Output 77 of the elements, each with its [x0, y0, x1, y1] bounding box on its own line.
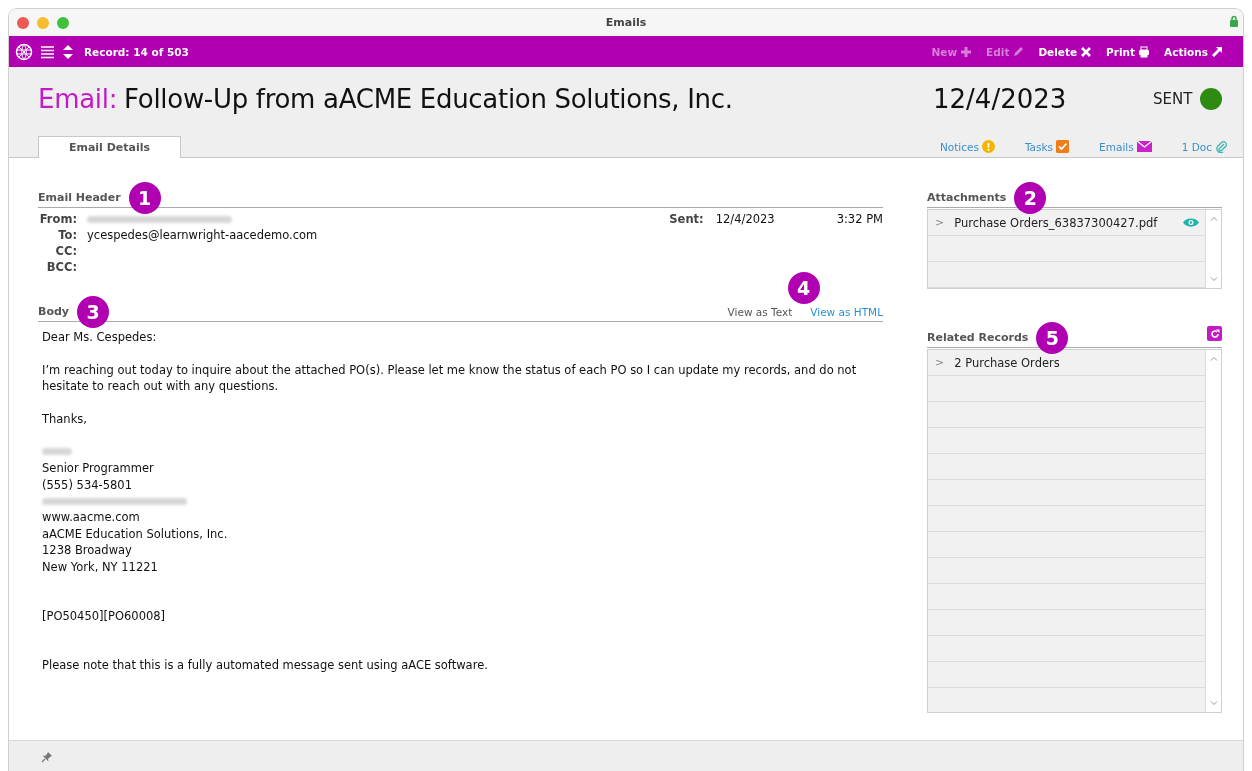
plus-icon [960, 45, 973, 58]
body-text: (555) 534-5801 [42, 476, 133, 493]
sent-time: 3:32 PM [836, 212, 883, 226]
row-text: Purchase Orders_63837300427.pdf [954, 215, 1158, 230]
list-icon [40, 44, 55, 59]
status-dot [1200, 88, 1223, 110]
expand-toggle[interactable]: > [935, 216, 945, 229]
body-text: Thanks, [42, 411, 88, 428]
tab[interactable]: Email Details [38, 136, 181, 158]
record-type-label: Email: [38, 84, 118, 114]
toolbar-button[interactable]: Print [1106, 43, 1151, 60]
section-heading: Email Header [38, 191, 121, 204]
up-down-arrows-icon [62, 43, 74, 60]
close-icon [1080, 45, 1093, 58]
scroll-bar[interactable] [1205, 210, 1221, 288]
toolbar-button[interactable]: Actions [1164, 43, 1223, 60]
refresh-button[interactable] [1207, 326, 1222, 341]
refresh-icon [1209, 328, 1220, 339]
lock-icon [1229, 15, 1239, 27]
field-label: Sent: [668, 212, 704, 226]
view-link[interactable]: View as HTML [810, 306, 883, 318]
paperclip-icon [1215, 140, 1227, 153]
printer-icon [1138, 45, 1151, 58]
record-counter: Record: 14 of 503 [84, 45, 189, 58]
body-text: 1238 Broadway [42, 542, 133, 559]
callout-badge: 3 [77, 296, 109, 328]
body-text: [PO50450][PO60008] [42, 607, 167, 625]
close-button[interactable] [17, 16, 29, 29]
record-title: Follow-Up from aACME Education Solutions, Inc. [124, 84, 733, 114]
field-value: ycespedes@learnwright-aacedemo.com [87, 228, 318, 242]
header-link[interactable]: Notices [939, 140, 995, 153]
chevron-up-icon [1209, 216, 1218, 221]
toolbar-button[interactable]: Delete [1038, 43, 1093, 60]
callout-badge: 2 [1014, 182, 1047, 214]
body-text: Senior Programmer [42, 460, 155, 477]
header-link[interactable]: 1 Doc [1181, 140, 1227, 153]
callout-badge: 1 [128, 182, 161, 214]
body-text: www.aacme.com [42, 509, 141, 526]
field-label: CC: [54, 244, 77, 258]
section-heading: Body [38, 305, 69, 318]
callout-badge: 4 [787, 272, 820, 304]
section-heading: Attachments [927, 191, 1007, 204]
section-heading: Related Records [927, 331, 1029, 344]
view-link[interactable]: View as Text [727, 306, 793, 318]
alert-icon [981, 140, 995, 153]
sent-date: 12/4/2023 [715, 212, 775, 226]
callout-badge: 5 [1036, 322, 1069, 354]
chevron-up-icon [1209, 356, 1218, 361]
field-label: To: [57, 228, 77, 242]
checkbox-icon [1056, 140, 1070, 153]
row-text: 2 Purchase Orders [954, 355, 1060, 370]
header-link[interactable]: Tasks [1024, 140, 1070, 153]
pencil-icon [1012, 45, 1025, 58]
status-label: SENT [1153, 90, 1193, 108]
chevron-down-icon [1209, 701, 1218, 706]
record-date: 12/4/2023 [933, 84, 1068, 114]
chevron-down-icon [1209, 277, 1218, 282]
field-label: From: [38, 212, 77, 226]
globe-icon [15, 42, 33, 61]
list-row[interactable]: > 2 Purchase Orders [928, 350, 1205, 376]
expand-toggle[interactable]: > [935, 356, 945, 369]
scroll-bar[interactable] [1205, 350, 1221, 712]
envelope-icon [1136, 141, 1152, 152]
body-text: aACME Education Solutions, Inc. [42, 525, 229, 543]
body-text: Please note that this is a fully automated message sent using aACE software. [42, 657, 489, 674]
header-link[interactable]: Emails [1099, 140, 1152, 153]
window-title: Emails [605, 16, 647, 29]
body-text: New York, NY 11221 [42, 558, 159, 575]
redacted-text [42, 448, 72, 456]
field-label: BCC: [45, 260, 77, 274]
body-text: I’m reaching out today to inquire about the attached PO(s). Please let me know the status of each PO so I can update my records, and do not hesitate to reach out with any questions. [42, 361, 858, 395]
body-text: Dear Ms. Cespedes: [42, 329, 158, 346]
eye-icon [1182, 217, 1200, 228]
zoom-button[interactable] [57, 16, 69, 29]
expand-arrow-icon [1211, 45, 1223, 58]
minimize-button[interactable] [37, 16, 49, 29]
pin-icon [41, 750, 53, 763]
